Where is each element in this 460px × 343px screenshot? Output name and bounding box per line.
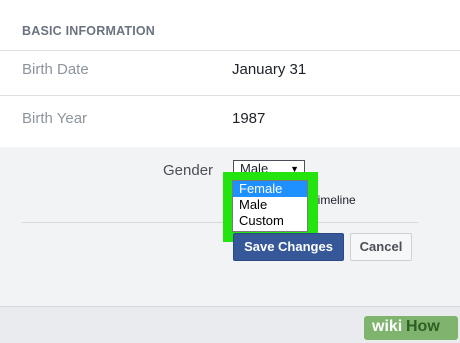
gender-option-male[interactable]: Male <box>233 197 307 213</box>
save-changes-button[interactable]: Save Changes <box>233 233 344 261</box>
section-heading: BASIC INFORMATION <box>22 24 156 38</box>
wikihow-watermark: wiki How <box>364 316 458 340</box>
watermark-how-text: How <box>406 318 440 335</box>
birth-year-label: Birth Year <box>22 110 88 127</box>
gender-option-female[interactable]: Female <box>233 181 307 197</box>
divider <box>0 50 460 51</box>
gender-option-custom[interactable]: Custom <box>233 213 307 229</box>
cancel-button[interactable]: Cancel <box>350 233 412 261</box>
gender-label: Gender <box>163 162 214 179</box>
birth-year-value: 1987 <box>232 110 266 127</box>
watermark-wiki-text: wiki <box>372 318 403 335</box>
divider <box>22 222 418 223</box>
gender-options-list: Female Male Custom <box>232 180 308 232</box>
birth-date-value: January 31 <box>232 61 307 78</box>
basic-information-panel: BASIC INFORMATION Birth Date January 31 … <box>0 0 460 147</box>
divider <box>0 95 460 96</box>
birth-date-label: Birth Date <box>22 61 89 78</box>
divider <box>0 306 460 307</box>
